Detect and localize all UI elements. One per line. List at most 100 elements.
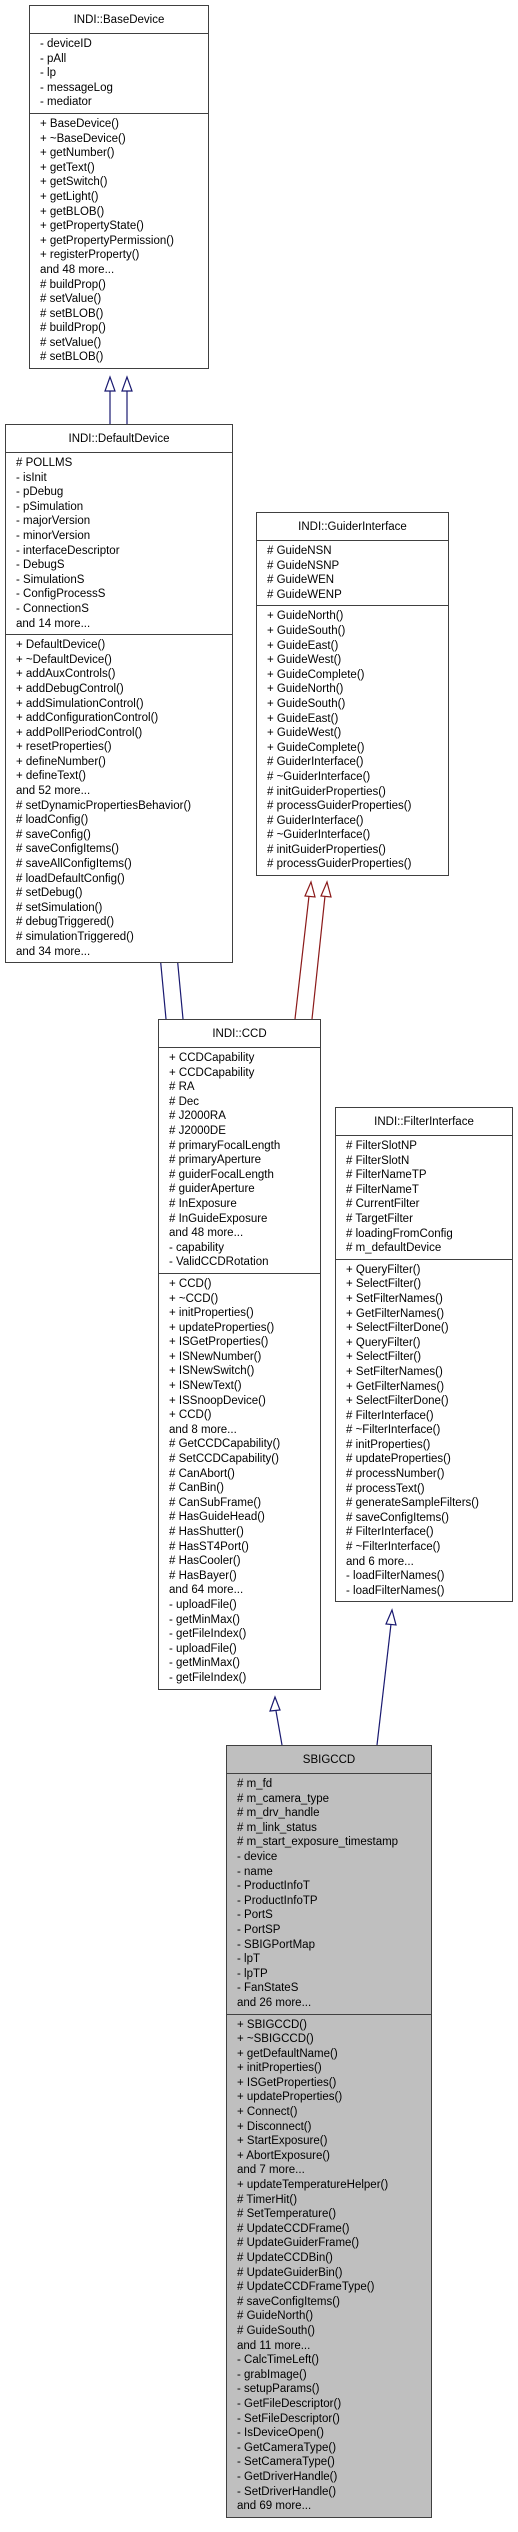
- attribute-row[interactable]: # Dec: [169, 1095, 310, 1110]
- method-row[interactable]: # setDynamicPropertiesBehavior(): [16, 799, 222, 814]
- attribute-row[interactable]: # m_defaultDevice: [346, 1241, 502, 1256]
- method-row[interactable]: - uploadFile(): [169, 1642, 310, 1657]
- method-row[interactable]: # GuideNorth(): [237, 2309, 421, 2324]
- method-row[interactable]: + ~SBIGCCD(): [237, 2032, 421, 2047]
- method-row[interactable]: + Connect(): [237, 2105, 421, 2120]
- method-row[interactable]: # TimerHit(): [237, 2193, 421, 2208]
- method-row[interactable]: - GetDriverHandle(): [237, 2470, 421, 2485]
- method-row[interactable]: # saveConfig(): [16, 828, 222, 843]
- method-row[interactable]: + addConfigurationControl(): [16, 711, 222, 726]
- class-box-sbigccd[interactable]: SBIGCCD # m_fd # m_camera_type # m_drv_han…: [226, 1745, 432, 2518]
- method-row[interactable]: + registerProperty(): [40, 248, 198, 263]
- attribute-row[interactable]: - ValidCCDRotation: [169, 1255, 310, 1270]
- attribute-row[interactable]: # m_link_status: [237, 1821, 421, 1836]
- method-row[interactable]: # initProperties(): [346, 1438, 502, 1453]
- method-row[interactable]: + SelectFilter(): [346, 1350, 502, 1365]
- method-row[interactable]: # saveConfigItems(): [237, 2295, 421, 2310]
- method-row[interactable]: # generateSampleFilters(): [346, 1496, 502, 1511]
- method-row[interactable]: + GuideComplete(): [267, 668, 438, 683]
- method-row[interactable]: + SetFilterNames(): [346, 1292, 502, 1307]
- method-row[interactable]: # buildProp(): [40, 278, 198, 293]
- method-row[interactable]: + GuideWest(): [267, 653, 438, 668]
- method-row[interactable]: + getBLOB(): [40, 205, 198, 220]
- method-row[interactable]: + ~DefaultDevice(): [16, 653, 222, 668]
- attribute-row[interactable]: # J2000RA: [169, 1109, 310, 1124]
- more-members-label[interactable]: and 48 more...: [169, 1226, 310, 1241]
- method-row[interactable]: # setValue(): [40, 336, 198, 351]
- method-row[interactable]: # ~FilterInterface(): [346, 1540, 502, 1555]
- method-row[interactable]: - loadFilterNames(): [346, 1569, 502, 1584]
- attribute-row[interactable]: # InExposure: [169, 1197, 310, 1212]
- attribute-row[interactable]: # primaryAperture: [169, 1153, 310, 1168]
- method-row[interactable]: + ISGetProperties(): [169, 1335, 310, 1350]
- method-row[interactable]: + initProperties(): [169, 1306, 310, 1321]
- method-row[interactable]: # GuiderInterface(): [267, 755, 438, 770]
- attribute-row[interactable]: - lp: [40, 66, 198, 81]
- method-row[interactable]: + ISNewNumber(): [169, 1350, 310, 1365]
- more-members-label[interactable]: and 14 more...: [16, 617, 222, 632]
- attribute-row[interactable]: # FilterSlotN: [346, 1154, 502, 1169]
- method-row[interactable]: # simulationTriggered(): [16, 930, 222, 945]
- method-row[interactable]: + SelectFilterDone(): [346, 1394, 502, 1409]
- method-row[interactable]: + GuideNorth(): [267, 609, 438, 624]
- method-row[interactable]: + updateTemperatureHelper(): [237, 2178, 421, 2193]
- method-row[interactable]: + SelectFilterDone(): [346, 1321, 502, 1336]
- method-row[interactable]: # setDebug(): [16, 886, 222, 901]
- attribute-row[interactable]: - isInit: [16, 471, 222, 486]
- method-row[interactable]: + GetFilterNames(): [346, 1307, 502, 1322]
- attribute-row[interactable]: # GuideNSNP: [267, 559, 438, 574]
- more-members-label[interactable]: and 6 more...: [346, 1555, 502, 1570]
- attribute-row[interactable]: # CurrentFilter: [346, 1197, 502, 1212]
- method-row[interactable]: + GuideEast(): [267, 712, 438, 727]
- attribute-row[interactable]: # primaryFocalLength: [169, 1139, 310, 1154]
- attribute-row[interactable]: - ProductInfoTP: [237, 1894, 421, 1909]
- method-row[interactable]: + QueryFilter(): [346, 1336, 502, 1351]
- method-row[interactable]: # initGuiderProperties(): [267, 785, 438, 800]
- attribute-row[interactable]: - mediator: [40, 95, 198, 110]
- attribute-row[interactable]: # guiderAperture: [169, 1182, 310, 1197]
- method-row[interactable]: # SetCCDCapability(): [169, 1452, 310, 1467]
- method-row[interactable]: + getPropertyPermission(): [40, 234, 198, 249]
- method-row[interactable]: + defineText(): [16, 769, 222, 784]
- method-row[interactable]: + addSimulationControl(): [16, 697, 222, 712]
- method-row[interactable]: + QueryFilter(): [346, 1263, 502, 1278]
- method-row[interactable]: - SetCameraType(): [237, 2455, 421, 2470]
- class-box-filterinterface[interactable]: INDI::FilterInterface # FilterSlotNP # Fi…: [335, 1107, 513, 1603]
- method-row[interactable]: # setValue(): [40, 292, 198, 307]
- attribute-row[interactable]: - ConfigProcessS: [16, 587, 222, 602]
- attribute-row[interactable]: - DebugS: [16, 558, 222, 573]
- method-row[interactable]: + ~CCD(): [169, 1292, 310, 1307]
- method-row[interactable]: # processNumber(): [346, 1467, 502, 1482]
- method-row[interactable]: - IsDeviceOpen(): [237, 2426, 421, 2441]
- method-row[interactable]: + SBIGCCD(): [237, 2018, 421, 2033]
- method-row[interactable]: - GetFileDescriptor(): [237, 2397, 421, 2412]
- method-row[interactable]: + updateProperties(): [237, 2090, 421, 2105]
- method-row[interactable]: + defineNumber(): [16, 755, 222, 770]
- method-row[interactable]: + CCD(): [169, 1277, 310, 1292]
- attribute-row[interactable]: + CCDCapability: [169, 1066, 310, 1081]
- method-row[interactable]: + GuideSouth(): [267, 697, 438, 712]
- attribute-row[interactable]: - capability: [169, 1241, 310, 1256]
- method-row[interactable]: - getMinMax(): [169, 1656, 310, 1671]
- method-row[interactable]: - loadFilterNames(): [346, 1584, 502, 1599]
- method-row[interactable]: + GuideNorth(): [267, 682, 438, 697]
- method-row[interactable]: # updateProperties(): [346, 1452, 502, 1467]
- method-row[interactable]: - GetCameraType(): [237, 2441, 421, 2456]
- method-row[interactable]: + GuideSouth(): [267, 624, 438, 639]
- more-members-label[interactable]: and 48 more...: [40, 263, 198, 278]
- attribute-row[interactable]: # InGuideExposure: [169, 1212, 310, 1227]
- method-row[interactable]: - setupParams(): [237, 2382, 421, 2397]
- attribute-row[interactable]: # m_drv_handle: [237, 1806, 421, 1821]
- method-row[interactable]: # CanSubFrame(): [169, 1496, 310, 1511]
- attribute-row[interactable]: - minorVersion: [16, 529, 222, 544]
- attribute-row[interactable]: - name: [237, 1865, 421, 1880]
- method-row[interactable]: + GuideEast(): [267, 639, 438, 654]
- method-row[interactable]: # UpdateGuiderBin(): [237, 2266, 421, 2281]
- method-row[interactable]: - SetFileDescriptor(): [237, 2412, 421, 2427]
- attribute-row[interactable]: - PortS: [237, 1908, 421, 1923]
- method-row[interactable]: + updateProperties(): [169, 1321, 310, 1336]
- method-row[interactable]: # CanAbort(): [169, 1467, 310, 1482]
- method-row[interactable]: - CalcTimeLeft(): [237, 2353, 421, 2368]
- attribute-row[interactable]: # m_camera_type: [237, 1792, 421, 1807]
- attribute-row[interactable]: # loadingFromConfig: [346, 1227, 502, 1242]
